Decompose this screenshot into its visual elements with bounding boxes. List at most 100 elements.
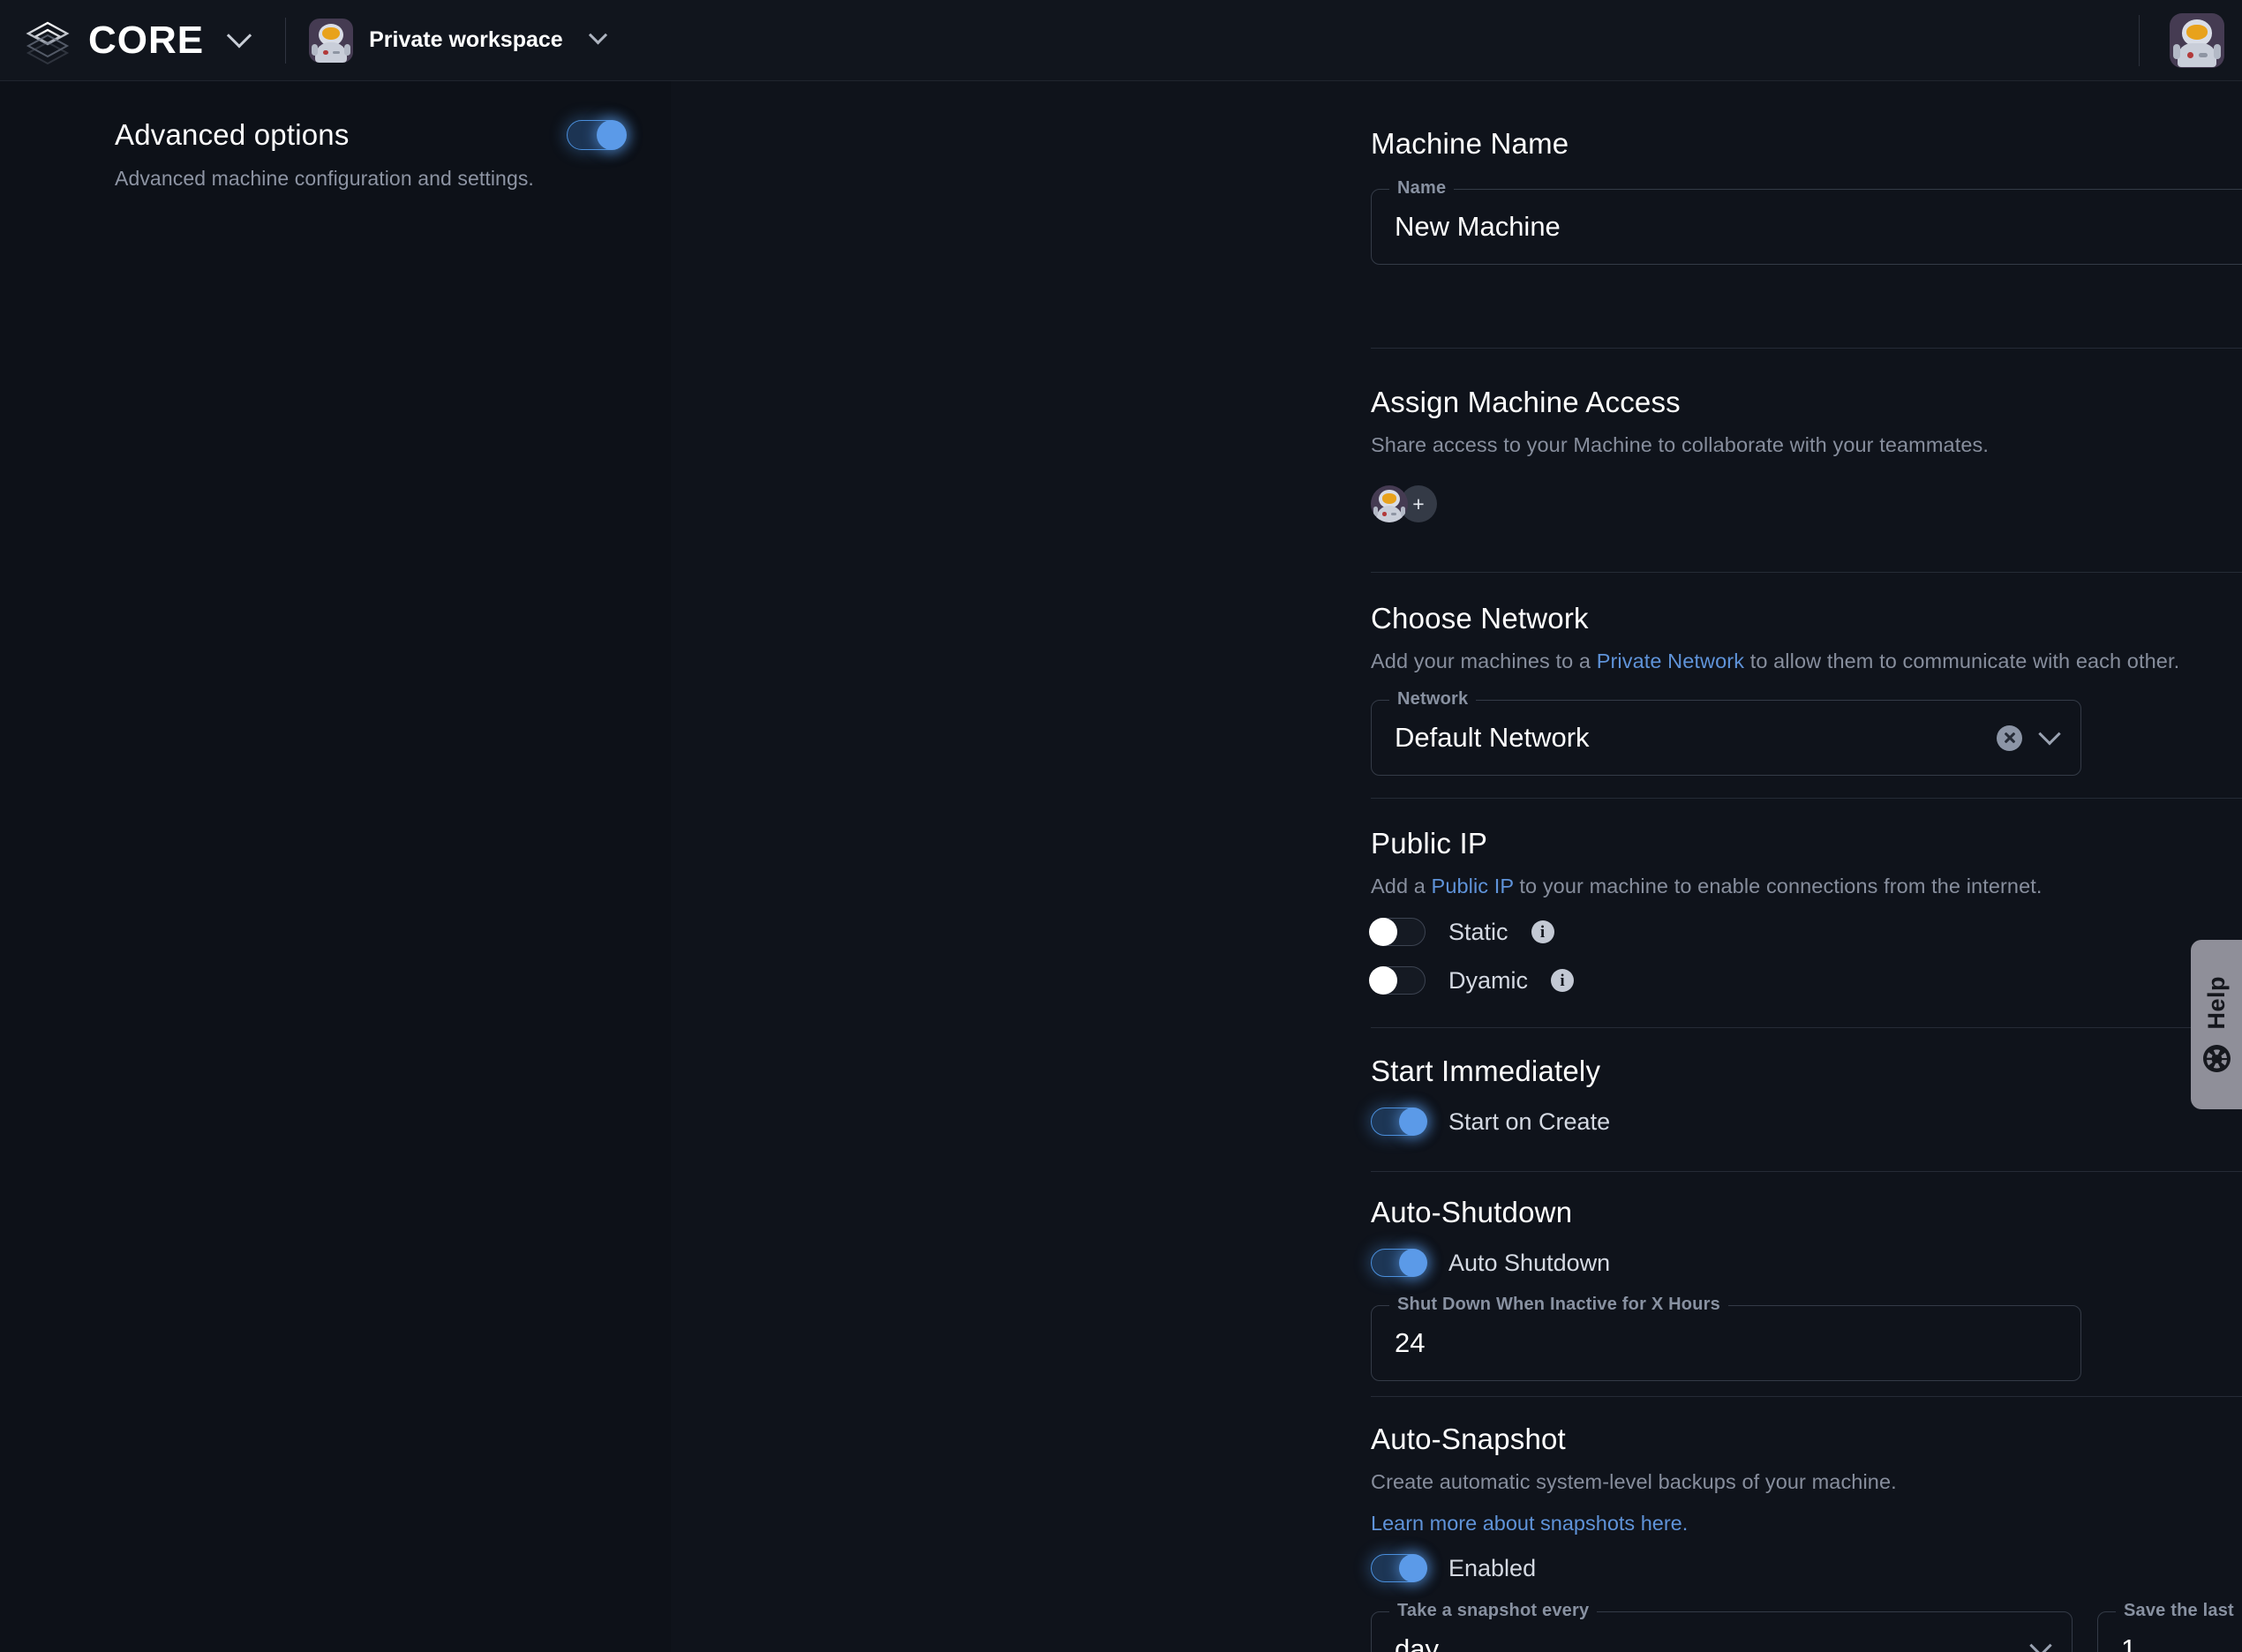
learn-more-snapshots-link[interactable]: Learn more about snapshots here. — [1371, 1512, 2242, 1536]
snapshot-frequency-value: day — [1395, 1633, 1439, 1652]
section-auto-snapshot: Auto-Snapshot Create automatic system-le… — [1371, 1423, 2242, 1652]
network-actions — [1997, 723, 2061, 751]
info-icon[interactable]: i — [1551, 969, 1575, 992]
lifebuoy-icon — [2202, 1044, 2231, 1073]
auto-snapshot-enabled-row: Enabled — [1371, 1554, 2242, 1582]
snapshot-keep-value: 1 — [2121, 1633, 2137, 1652]
chevron-down-icon — [226, 22, 252, 48]
start-on-create-toggle[interactable] — [1371, 1108, 1427, 1136]
snapshot-keep-label: Save the last — [2116, 1601, 2242, 1621]
advanced-options-subtitle: Advanced machine configuration and setti… — [115, 167, 534, 190]
avatar[interactable] — [1371, 485, 1408, 522]
public-ip-title: Public IP — [1371, 827, 1488, 860]
static-ip-label: Static — [1448, 918, 1508, 945]
page-title: Advanced options — [115, 118, 350, 151]
divider — [1371, 572, 2242, 573]
topbar-right-divider — [2139, 14, 2140, 66]
network-desc-after: to allow them to communicate with each o… — [1744, 650, 2180, 672]
snapshot-frequency-select[interactable]: Take a snapshot every day — [1371, 1601, 2073, 1652]
machine-access-description: Share access to your Machine to collabor… — [1371, 433, 1989, 456]
machine-access-title: Assign Machine Access — [1371, 386, 1681, 418]
start-on-create-label: Start on Create — [1448, 1108, 1611, 1135]
snapshot-frequency-actions — [2029, 1634, 2052, 1652]
network-description: Add your machines to a Private Network t… — [1371, 650, 2242, 673]
advanced-options-panel: Advanced options Advanced machine config… — [0, 81, 671, 1652]
workspace-name: Private workspace — [369, 27, 563, 52]
dynamic-ip-toggle[interactable] — [1369, 966, 1426, 995]
section-machine-access: Assign Machine Access Share access to yo… — [1371, 386, 2242, 522]
clear-circle-icon[interactable] — [1997, 725, 2022, 751]
toggle-knob — [597, 120, 627, 150]
divider — [1371, 1027, 2242, 1028]
advanced-options-row: Advanced options — [115, 118, 627, 152]
machine-settings-form: Machine Name Name New Machine Assign Mac… — [671, 81, 2242, 1652]
avatar[interactable] — [2170, 12, 2224, 68]
auto-shutdown-title: Auto-Shutdown — [1371, 1196, 1573, 1228]
section-choose-network: Choose Network Add your machines to a Pr… — [1371, 602, 2242, 776]
toggle-knob — [1369, 966, 1397, 995]
auto-snapshot-toggle[interactable] — [1371, 1554, 1427, 1582]
divider — [1371, 348, 2242, 349]
network-selected-value: Default Network — [1395, 722, 1590, 753]
network-label: Network — [1389, 689, 1477, 710]
divider — [1371, 1171, 2242, 1172]
info-icon[interactable]: i — [1531, 920, 1554, 943]
public-ip-desc-before: Add a — [1371, 875, 1432, 897]
section-auto-shutdown: Auto-Shutdown Auto Shutdown Shut Down Wh… — [1371, 1196, 2242, 1381]
machine-name-title: Machine Name — [1371, 127, 1569, 160]
machine-name-label: Name — [1389, 178, 1455, 199]
network-title: Choose Network — [1371, 602, 1589, 635]
shutdown-hours-label: Shut Down When Inactive for X Hours — [1389, 1295, 1728, 1315]
brand-block[interactable]: CORE — [0, 16, 204, 65]
advanced-options-toggle[interactable] — [567, 120, 627, 150]
chevron-down-icon[interactable] — [2029, 1634, 2052, 1652]
static-ip-toggle[interactable] — [1369, 918, 1426, 946]
topbar-divider — [285, 17, 287, 64]
auto-snapshot-description: Create automatic system-level backups of… — [1371, 1470, 1897, 1493]
start-on-create-row: Start on Create — [1371, 1108, 2242, 1136]
help-tab-button[interactable]: Help — [2191, 940, 2242, 1109]
chevron-down-icon — [589, 26, 608, 45]
chevron-down-icon[interactable] — [2038, 723, 2061, 746]
start-immediately-title: Start Immediately — [1371, 1055, 1601, 1087]
topbar-right — [2139, 0, 2242, 80]
public-ip-link[interactable]: Public IP — [1432, 875, 1514, 897]
snapshot-selects-row: Take a snapshot every day Save the last … — [1371, 1601, 2242, 1652]
dynamic-ip-row: Dyamic i — [1369, 966, 2242, 995]
auto-shutdown-label: Auto Shutdown — [1448, 1249, 1611, 1276]
toggle-knob — [1399, 1554, 1427, 1582]
toggle-knob — [1399, 1108, 1427, 1136]
section-machine-name: Machine Name Name New Machine — [1371, 127, 2242, 265]
toggle-knob — [1399, 1249, 1427, 1277]
brand-name: CORE — [88, 18, 205, 62]
divider — [1371, 798, 2242, 799]
auto-shutdown-row: Auto Shutdown — [1371, 1249, 2242, 1277]
dynamic-ip-label: Dyamic — [1448, 966, 1529, 994]
divider — [1371, 1396, 2242, 1397]
shutdown-hours-field[interactable]: Shut Down When Inactive for X Hours 24 — [1371, 1295, 2081, 1381]
auto-snapshot-enabled-label: Enabled — [1448, 1554, 1537, 1581]
auto-shutdown-toggle[interactable] — [1371, 1249, 1427, 1277]
machine-name-field[interactable]: Name New Machine — [1371, 178, 2242, 265]
static-ip-row: Static i — [1369, 918, 2242, 946]
machine-access-avatars: + — [1371, 485, 2242, 522]
layers-logo-icon — [23, 16, 72, 65]
public-ip-description: Add a Public IP to your machine to enabl… — [1371, 875, 2242, 898]
workspace-switcher[interactable]: Private workspace — [309, 18, 563, 63]
toggle-knob — [1369, 918, 1397, 946]
public-ip-desc-after: to your machine to enable connections fr… — [1513, 875, 2043, 897]
brand-dropdown-button[interactable] — [216, 18, 262, 64]
section-start-immediately: Start Immediately Start on Create — [1371, 1055, 2242, 1136]
snapshot-frequency-label: Take a snapshot every — [1389, 1601, 1598, 1621]
network-select[interactable]: Network Default Network — [1371, 689, 2081, 776]
machine-name-input[interactable]: New Machine — [1395, 211, 1561, 243]
snapshot-keep-select[interactable]: Save the last 1 — [2097, 1601, 2242, 1652]
auto-snapshot-title: Auto-Snapshot — [1371, 1423, 1566, 1455]
help-label: Help — [2202, 976, 2230, 1030]
network-desc-before: Add your machines to a — [1371, 650, 1597, 672]
workspace-avatar — [309, 18, 354, 63]
shutdown-hours-input[interactable]: 24 — [1395, 1327, 1425, 1359]
section-public-ip: Public IP Add a Public IP to your machin… — [1369, 827, 2242, 995]
workspace-dropdown-button[interactable] — [576, 18, 621, 64]
private-network-link[interactable]: Private Network — [1597, 650, 1744, 672]
